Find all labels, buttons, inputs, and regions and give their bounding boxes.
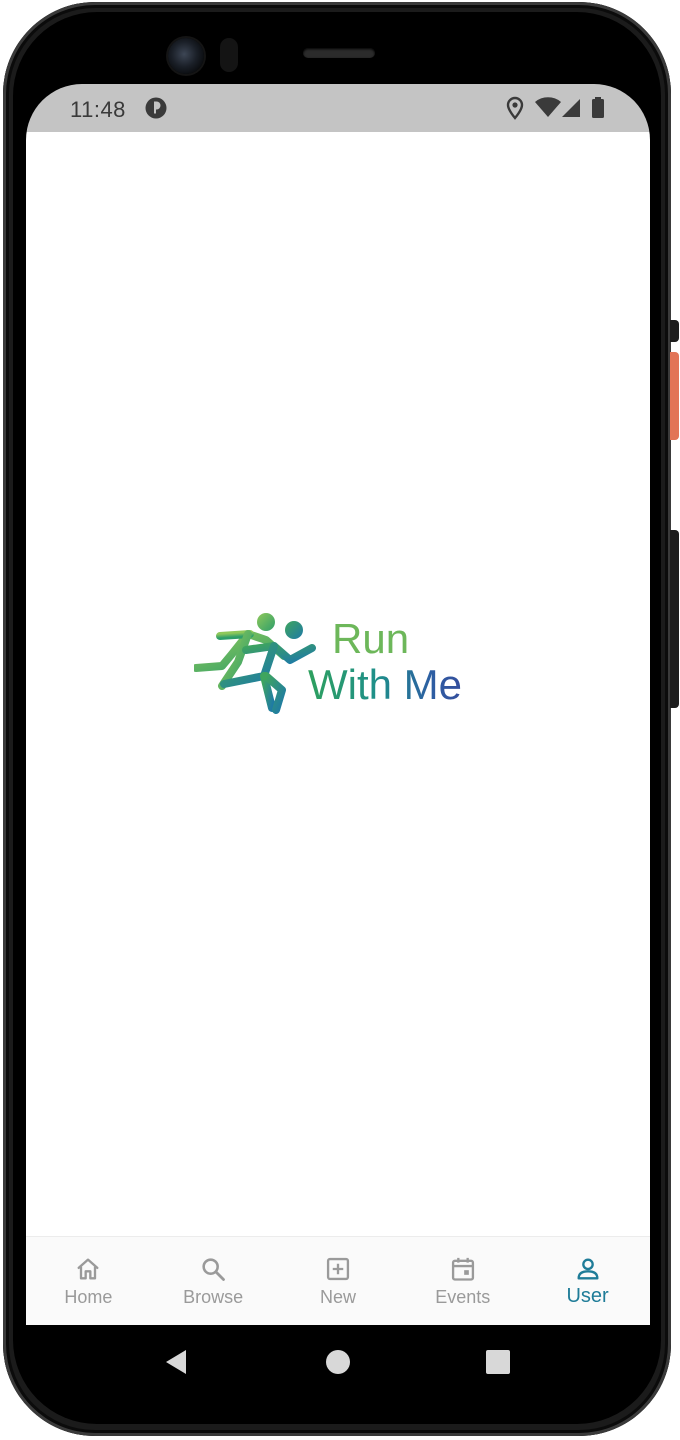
screen: 11:48 Run With Me Home Browse New Events… [26,84,650,1400]
recents-square-icon[interactable] [485,1349,511,1375]
location-icon [506,96,524,120]
front-camera-icon [168,38,204,74]
nav-label-user: User [566,1285,609,1307]
cell-signal-icon [562,99,580,117]
nav-item-browse[interactable]: Browse [151,1237,276,1326]
app-logo: Run With Me [194,606,486,718]
power-button [670,352,679,440]
battery-icon [592,97,604,118]
volume-button [670,530,679,708]
wifi-icon [535,97,561,117]
splash-content: Run With Me [26,132,650,1236]
side-button-top [670,320,679,342]
person-icon [577,1258,599,1280]
logo-text-run: Run [332,615,410,662]
camera-sensor [220,38,238,72]
nav-item-events[interactable]: Events [400,1237,525,1326]
home-circle-icon[interactable] [325,1349,351,1375]
nav-item-new[interactable]: New [276,1237,401,1326]
nav-label-events: Events [435,1287,491,1307]
calendar-icon [451,1257,474,1281]
search-icon [202,1258,226,1281]
phone-frame: 11:48 Run With Me Home Browse New Events… [0,0,680,1440]
nav-label-home: Home [64,1287,113,1307]
logo-text-with-me: With Me [308,661,463,708]
back-icon[interactable] [164,1349,188,1375]
bottom-navigation: Home Browse New Events User [26,1236,650,1326]
nav-item-user[interactable]: User [525,1237,650,1326]
nav-label-browse: Browse [183,1287,244,1307]
add-box-icon [326,1257,350,1281]
status-time: 11:48 [70,97,126,122]
nav-label-new: New [319,1287,356,1307]
nav-item-home[interactable]: Home [26,1237,151,1326]
earpiece-speaker [303,48,375,58]
system-navigation-bar [26,1325,650,1400]
status-bar: 11:48 [26,84,650,132]
runners-logo-icon [194,613,316,714]
data-saver-icon [145,97,167,119]
home-icon [77,1258,99,1280]
